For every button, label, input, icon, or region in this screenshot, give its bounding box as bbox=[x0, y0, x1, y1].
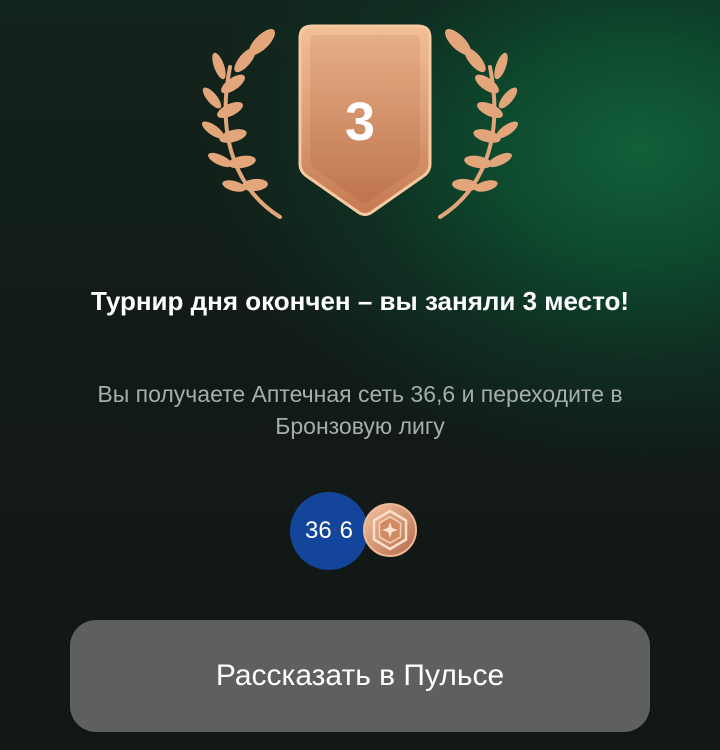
shield-badge-icon: 3 bbox=[298, 24, 432, 216]
pharmacy-logo-dot: · bbox=[332, 518, 339, 539]
pharmacy-logo-text-1: 36 bbox=[304, 517, 332, 544]
place-number: 3 bbox=[345, 92, 375, 152]
result-title: Турнир дня окончен – вы заняли 3 место! bbox=[90, 286, 630, 316]
bronze-league-icon bbox=[362, 502, 418, 558]
result-subtitle: Вы получаете Аптечная сеть 36,6 и перехо… bbox=[97, 381, 623, 439]
share-in-pulse-button[interactable]: Рассказать в Пульсе bbox=[70, 620, 650, 732]
laurel-right-icon bbox=[438, 29, 519, 219]
pharmacy-logo: 36 · 6 bbox=[290, 492, 368, 570]
rewards-row: 36 · 6 bbox=[290, 492, 430, 572]
pharmacy-logo-text-2: 6 bbox=[339, 517, 354, 544]
laurel-left-icon bbox=[201, 29, 282, 219]
place-badge-area: 3 bbox=[200, 22, 520, 232]
